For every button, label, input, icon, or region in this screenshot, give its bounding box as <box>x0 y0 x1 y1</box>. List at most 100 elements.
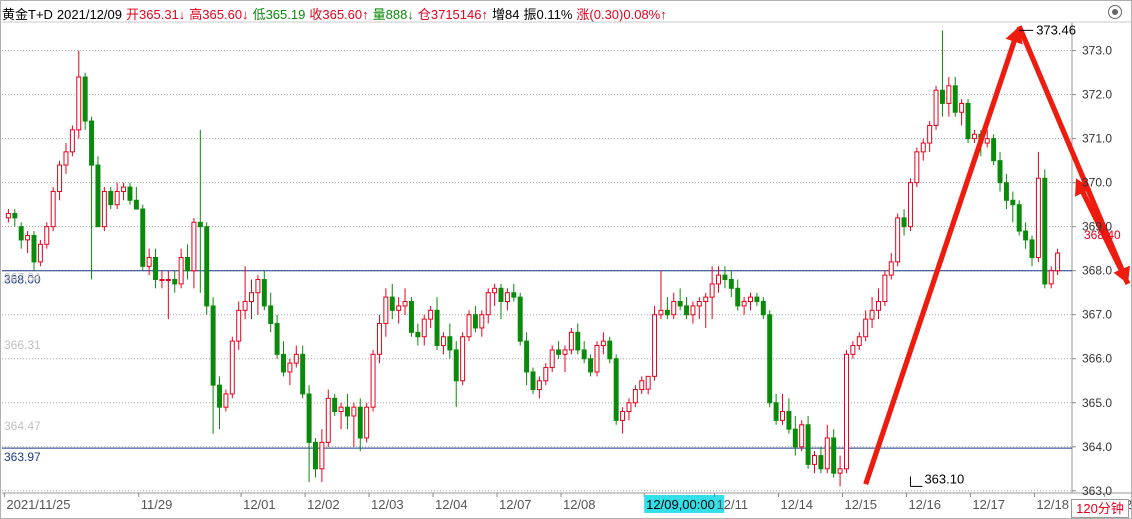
candle-down <box>415 331 421 338</box>
candle-up <box>460 336 466 382</box>
candle-up <box>287 362 293 373</box>
candle-up <box>396 305 402 311</box>
candle-down <box>197 221 203 228</box>
candle-down <box>1042 177 1048 285</box>
level-label: 367.84 <box>4 271 41 285</box>
candle-up <box>178 257 184 285</box>
candle-down <box>754 296 760 303</box>
candle-down <box>556 349 562 355</box>
level-lines: 368.00367.84366.31364.47363.97 <box>2 270 1072 464</box>
candle-up <box>370 353 376 408</box>
candle-up <box>984 138 990 144</box>
candle-down <box>408 301 414 333</box>
position-value: 3715146↑ <box>430 7 488 22</box>
candle-up <box>594 345 600 373</box>
candle-down <box>274 323 280 355</box>
level-label: 363.97 <box>4 450 41 464</box>
x-tick-label-highlight: 12/09,00:00 <box>646 497 715 512</box>
candle-down <box>805 424 811 465</box>
candle-up <box>376 323 382 355</box>
candle-down <box>127 186 133 201</box>
candle-up <box>76 76 82 131</box>
candle-up <box>843 353 849 470</box>
kline-chart[interactable]: 368.00367.84366.31364.47363.97 373.46363… <box>0 0 1132 519</box>
candle-up <box>402 301 408 307</box>
high-value: 365.60↓ <box>202 7 249 22</box>
candle-up <box>159 279 165 282</box>
candle-up <box>888 261 894 276</box>
y-tick-label: 373.0 <box>1082 44 1112 58</box>
candle-up <box>319 441 325 470</box>
candle-down <box>18 226 24 241</box>
candle-up <box>25 234 31 241</box>
candle-up <box>748 296 754 303</box>
y-tick-label: 363.0 <box>1082 484 1112 498</box>
candle-down <box>153 257 159 281</box>
candle-up <box>351 406 357 417</box>
candle-up <box>236 309 242 342</box>
candle-up <box>536 380 542 391</box>
amplitude-value: 0.11% <box>536 7 573 22</box>
volume-value: 888↓ <box>385 7 414 22</box>
candle-down <box>664 309 670 316</box>
candle-up <box>44 226 50 245</box>
candle-up <box>600 340 606 347</box>
candle-up <box>549 349 555 369</box>
candle-down <box>588 358 594 373</box>
candle-down <box>268 305 274 325</box>
candle-up <box>338 406 344 413</box>
candle-down <box>952 85 958 113</box>
candle-up <box>479 314 485 329</box>
candle-down <box>728 279 734 289</box>
x-tick-label: 12/18 <box>1036 497 1069 512</box>
candle-down <box>760 301 766 316</box>
change-value: (0.30)0.08%↑ <box>589 7 667 22</box>
candle-down <box>133 199 139 210</box>
candle-up <box>165 279 171 282</box>
candle-down <box>939 89 945 104</box>
candle-up <box>440 336 446 347</box>
close-value: 365.60↑ <box>322 7 369 22</box>
candle-down <box>581 349 587 360</box>
candle-down <box>530 371 536 391</box>
open-label: 开 <box>126 7 140 22</box>
candle-down <box>684 305 690 316</box>
candle-down <box>1029 239 1035 258</box>
candle-up <box>50 190 56 228</box>
candle-up <box>5 212 11 219</box>
increase-value: 84 <box>505 7 520 22</box>
candle-up <box>428 309 434 320</box>
candle-up <box>971 133 977 140</box>
candle-up <box>645 375 651 390</box>
candle-up <box>856 336 862 347</box>
chart-frame <box>0 0 1132 519</box>
instrument-name: 黄金T+D <box>2 7 53 22</box>
candle-down <box>82 76 88 122</box>
candle-down <box>312 441 318 470</box>
candle-up <box>191 221 197 272</box>
candle-down <box>965 102 971 140</box>
candle-down <box>498 287 504 303</box>
candle-down <box>217 384 223 408</box>
candle-down <box>575 331 581 351</box>
x-tick-label: 12/02 <box>307 497 340 512</box>
candle-down <box>524 340 530 373</box>
candle-up <box>229 340 235 395</box>
y-tick-label: 370.0 <box>1082 176 1112 190</box>
candle-up <box>466 314 472 338</box>
candle-down <box>1010 199 1016 206</box>
candle-up <box>741 301 747 307</box>
settings-circle-icon[interactable] <box>1108 5 1122 19</box>
candle-down <box>281 353 286 373</box>
candle-up <box>863 318 869 338</box>
candle-up <box>837 468 843 474</box>
candle-down <box>722 274 728 281</box>
candle-up <box>812 455 817 465</box>
period-selector-button[interactable]: 120分钟 <box>1071 499 1129 518</box>
candle-up <box>824 437 830 470</box>
candle-up <box>364 406 370 439</box>
candle-down <box>613 358 619 421</box>
level-label: 366.31 <box>4 338 41 352</box>
axes: 363.0364.0365.0366.0367.0368.0369.0370.0… <box>3 44 1132 513</box>
candle-up <box>562 349 568 355</box>
